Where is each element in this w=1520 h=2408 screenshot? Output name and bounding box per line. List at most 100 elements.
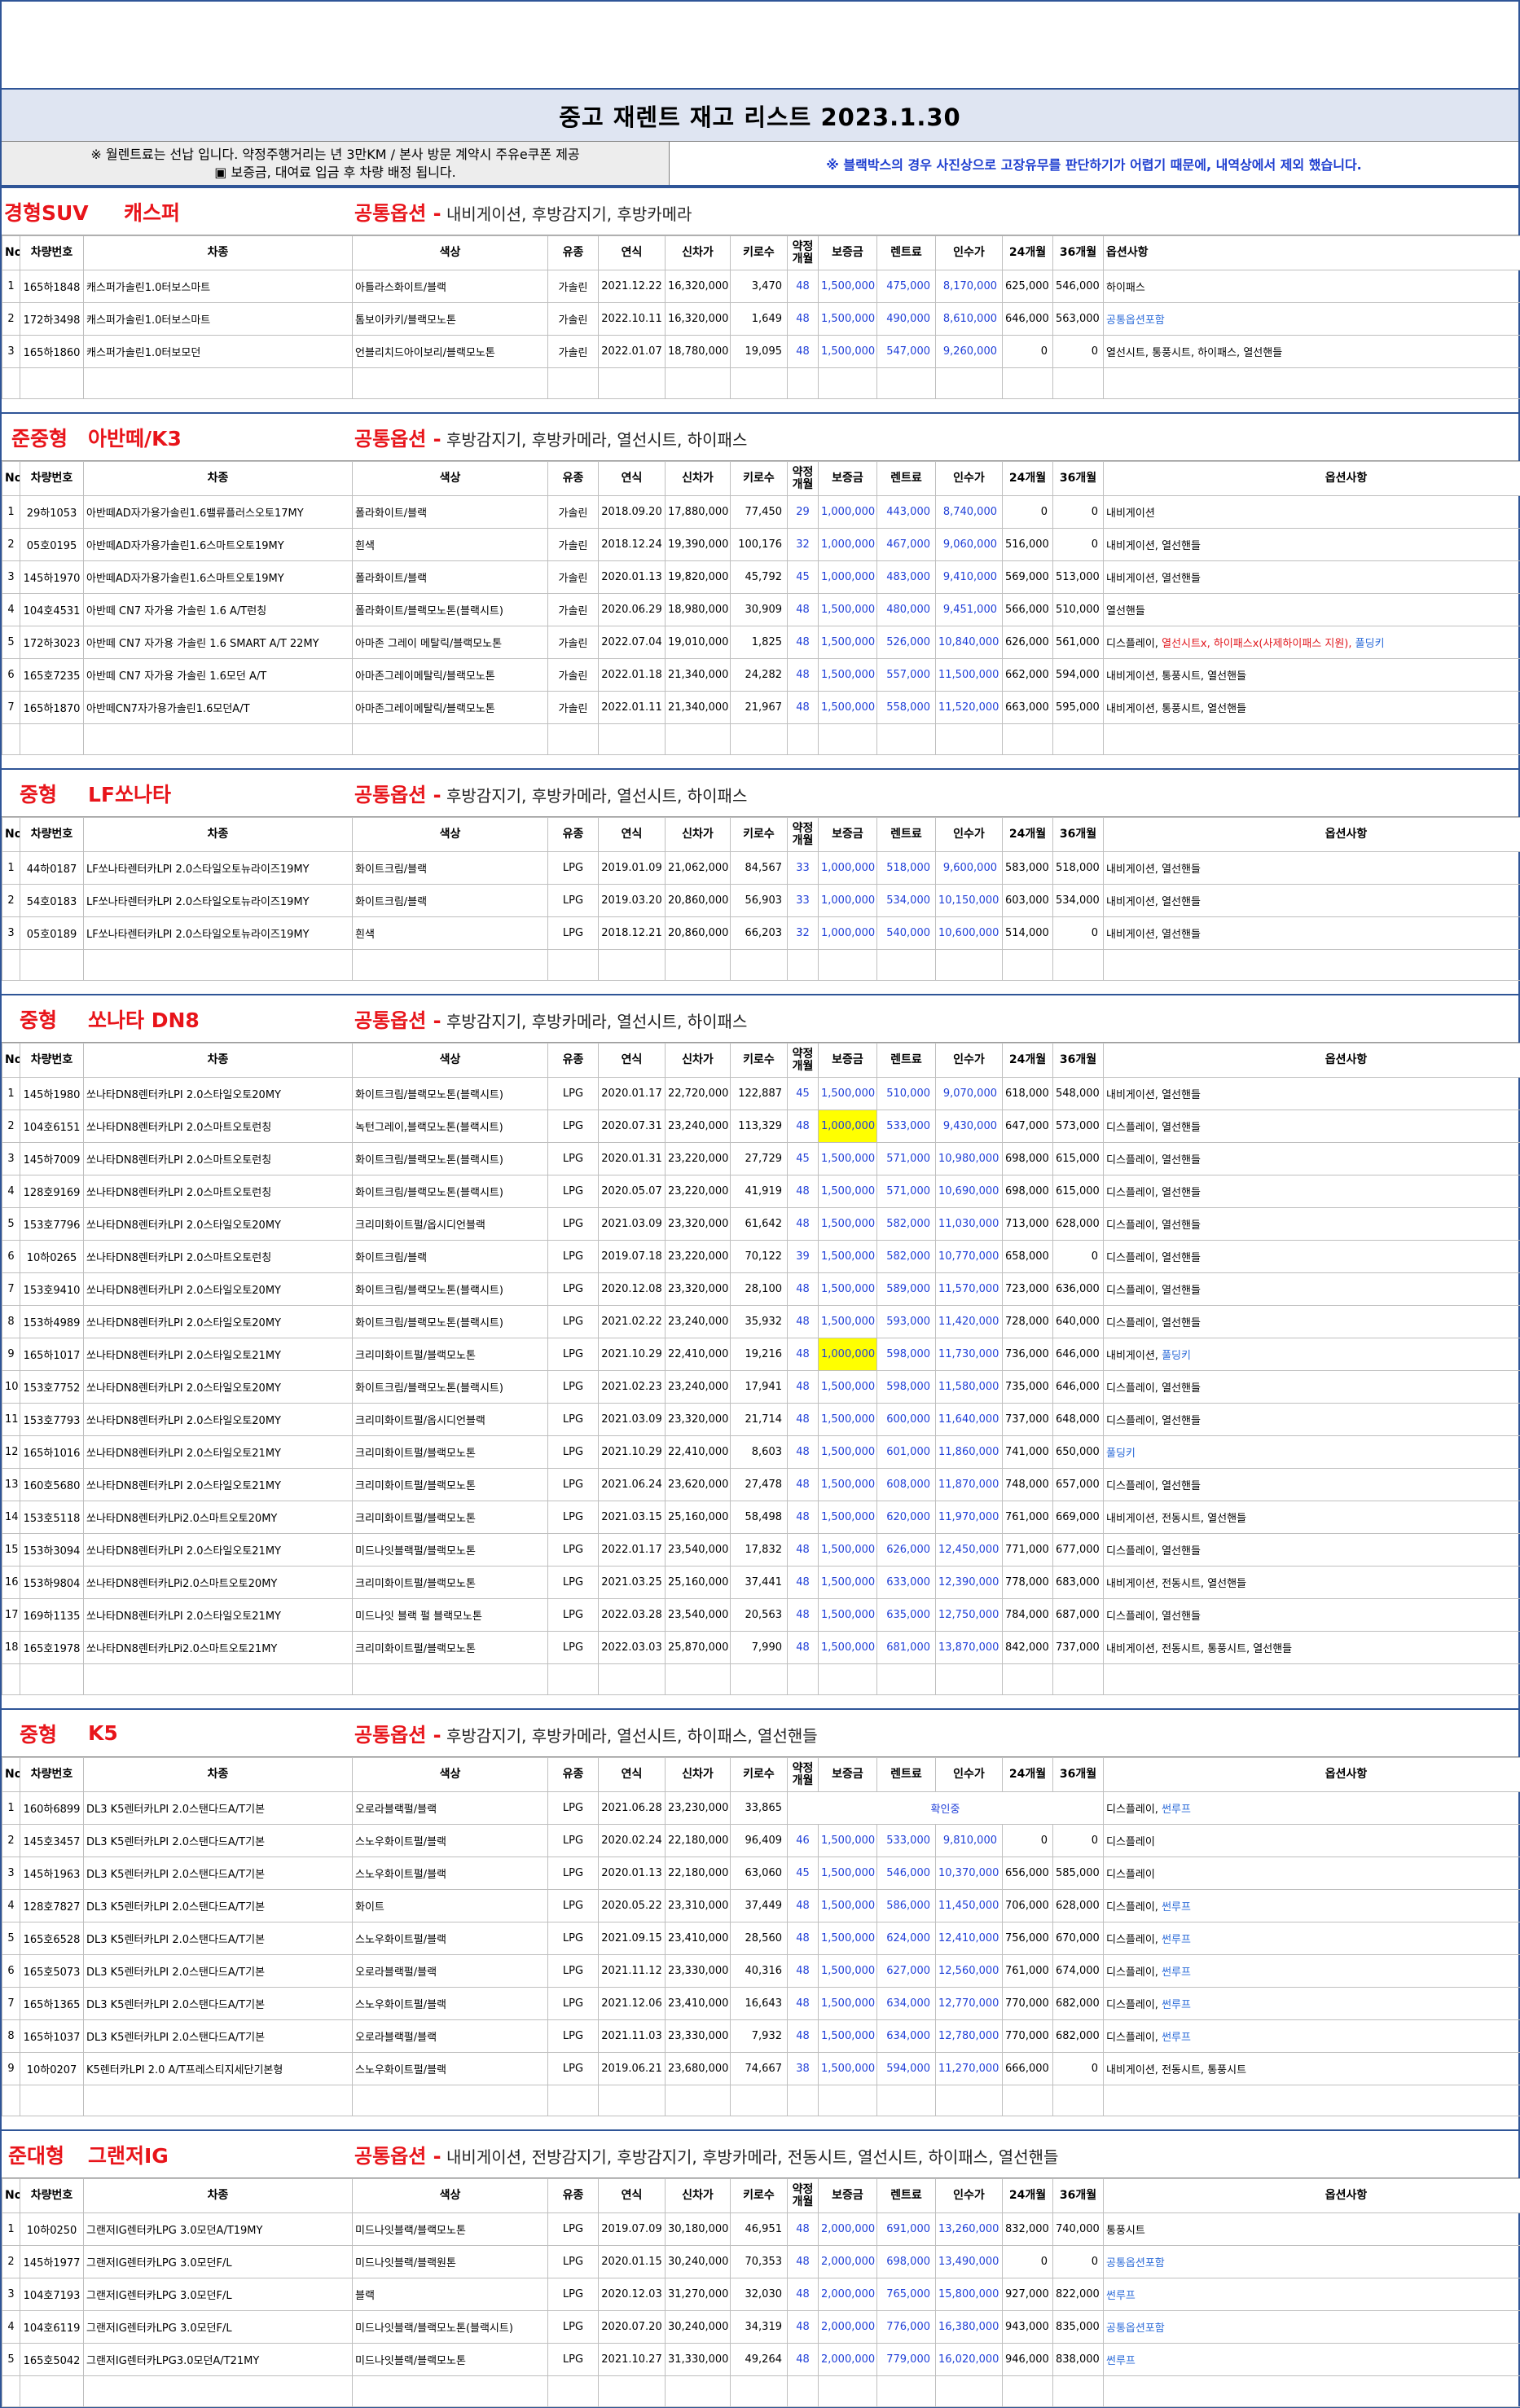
table-row[interactable]: 18 165호1978 쏘나타DN8렌터카LPi2.0스마트오토21MY 크리미화이트… bbox=[2, 1631, 1520, 1664]
cell-new-price: 19,820,000 bbox=[665, 560, 731, 594]
blank-cell bbox=[1103, 2085, 1520, 2116]
table-row[interactable]: 4 104호4531 아반떼 CN7 자가용 가솔린 1.6 A/T런칭 폴라화이트/… bbox=[2, 593, 1520, 626]
cell-options: 디스플레이, 열선핸들 bbox=[1103, 1533, 1520, 1567]
cell-plate: 153호7796 bbox=[20, 1207, 84, 1241]
table-row[interactable]: 1 29하1053 아반떼AD자가용가솔린1.6밸류플러스오토17MY 폴라화이트/블… bbox=[2, 495, 1520, 529]
cell-term: 48 bbox=[787, 1501, 819, 1534]
cell-color: 아틀라스화이트/블랙 bbox=[352, 270, 548, 303]
table-row[interactable]: 2 54호0183 LF쏘나타렌터카LPI 2.0스타일오토뉴라이즈19MY 화이트크… bbox=[2, 884, 1520, 917]
table-row[interactable]: 10 153호7752 쏘나타DN8렌터카LPI 2.0스타일오토20MY 화이트크림… bbox=[2, 1370, 1520, 1404]
table-row[interactable]: 1 160하6899 DL3 K5렌터카LPI 2.0스탠다드A/T기본 오로라블랙펄… bbox=[2, 1791, 1520, 1825]
cell-year: 2020.01.13 bbox=[598, 1857, 666, 1890]
table-row[interactable]: 3 165하1860 캐스퍼가솔린1.0터보모던 언블리치드아이보리/블랙모노톤 가솔린… bbox=[2, 335, 1520, 368]
table-row[interactable]: 11 153호7793 쏘나타DN8렌터카LPI 2.0스타일오토20MY 크리미화이… bbox=[2, 1403, 1520, 1436]
table-row[interactable]: 2 104호6151 쏘나타DN8렌터카LPI 2.0스마트오토런칭 녹턴그레이,블랙… bbox=[2, 1110, 1520, 1143]
cell-price-24: 646,000 bbox=[1002, 302, 1053, 336]
cell-buyout: 9,600,000 bbox=[935, 851, 1003, 885]
table-row[interactable]: 9 10하0207 K5렌터카LPI 2.0 A/T프레스티지세단기본형 스노우화이트… bbox=[2, 2052, 1520, 2085]
cell-buyout: 10,840,000 bbox=[935, 626, 1003, 659]
table-row[interactable]: 6 165호5073 DL3 K5렌터카LPI 2.0스탠다드A/T기본 오로라블랙펄… bbox=[2, 1954, 1520, 1988]
cell-mileage: 20,563 bbox=[730, 1598, 788, 1632]
cell-year: 2022.07.04 bbox=[598, 626, 666, 659]
cell-no: 3 bbox=[2, 1142, 20, 1175]
option-text: 디스플레이, bbox=[1106, 1901, 1162, 1914]
cell-color: 흰색 bbox=[352, 916, 548, 950]
table-row[interactable]: 3 145하1970 아반떼AD자가용가솔린1.6스마트오토19MY 폴라화이트/블랙… bbox=[2, 560, 1520, 594]
table-row[interactable]: 5 165호5042 그랜저IG렌터카LPG3.0모던A/T21MY 미드나잇블랙/블… bbox=[2, 2343, 1520, 2376]
option-text: 열선핸들 bbox=[1253, 1643, 1293, 1655]
table-row[interactable]: 1 145하1980 쏘나타DN8렌터카LPI 2.0스타일오토20MY 화이트크림/… bbox=[2, 1077, 1520, 1110]
option-text: 내비게이션, bbox=[1106, 670, 1162, 683]
table-row[interactable]: 8 165하1037 DL3 K5렌터카LPI 2.0스탠다드A/T기본 오로라블랙펄… bbox=[2, 2019, 1520, 2053]
option-text: 썬루프 bbox=[1162, 2032, 1191, 2044]
cell-term: 48 bbox=[787, 1987, 819, 2020]
table-row[interactable]: 4 128호7827 DL3 K5렌터카LPI 2.0스탠다드A/T기본 화이트 LPG… bbox=[2, 1889, 1520, 1922]
option-text: 디스플레이, bbox=[1106, 1804, 1162, 1816]
table-row[interactable]: 7 165하1870 아반떼CN7자가용가솔린1.6모던A/T 아마존그레이메탈릭/블… bbox=[2, 691, 1520, 724]
column-header-new-price: 신차가 bbox=[665, 461, 731, 496]
table-row[interactable]: 5 172하3023 아반떼 CN7 자가용 가솔린 1.6 SMART A/T 2… bbox=[2, 626, 1520, 659]
table-row[interactable]: 3 145하7009 쏘나타DN8렌터카LPI 2.0스마트오토런칭 화이트크림/블랙… bbox=[2, 1142, 1520, 1175]
cell-mileage: 63,060 bbox=[730, 1857, 788, 1890]
cell-price-24: 736,000 bbox=[1002, 1338, 1053, 1371]
table-row[interactable]: 1 44하0187 LF쏘나타렌터카LPI 2.0스타일오토뉴라이즈19MY 화이트크… bbox=[2, 851, 1520, 885]
table-row[interactable]: 16 153하9804 쏘나타DN8렌터카LPi2.0스마트오토20MY 크리미화이트… bbox=[2, 1566, 1520, 1599]
table-row[interactable]: 2 172하3498 캐스퍼가솔린1.0터보스마트 톰보이카키/블랙모노톤 가솔린 202… bbox=[2, 302, 1520, 336]
table-row[interactable]: 6 165호7235 아반떼 CN7 자가용 가솔린 1.6모던 A/T 아마존그레이… bbox=[2, 658, 1520, 692]
table-row[interactable]: 14 153호5118 쏘나타DN8렌터카LPi2.0스마트오토20MY 크리미화이트… bbox=[2, 1501, 1520, 1534]
table-row[interactable]: 6 10하0265 쏘나타DN8렌터카LPI 2.0스마트오토런칭 화이트크림/블랙 L… bbox=[2, 1240, 1520, 1273]
cell-options: 내비게이션, 열선핸들 bbox=[1103, 884, 1520, 917]
cell-fuel: 가솔린 bbox=[547, 626, 599, 659]
cell-plate: 128호7827 bbox=[20, 1889, 84, 1922]
cell-model: 아반떼CN7자가용가솔린1.6모던A/T bbox=[83, 691, 353, 724]
table-row[interactable]: 2 145호3457 DL3 K5렌터카LPI 2.0스탠다드A/T기본 스노우화이트… bbox=[2, 1824, 1520, 1857]
table-row[interactable]: 1 10하0250 그랜저IG렌터카LPG 3.0모던A/T19MY 미드나잇블랙/블… bbox=[2, 2212, 1520, 2246]
table-row[interactable]: 3 145하1963 DL3 K5렌터카LPI 2.0스탠다드A/T기본 스노우화이트… bbox=[2, 1857, 1520, 1890]
cell-year: 2019.07.18 bbox=[598, 1240, 666, 1273]
column-header-fuel: 유종 bbox=[547, 1043, 599, 1078]
cell-new-price: 31,270,000 bbox=[665, 2278, 731, 2311]
table-row[interactable]: 17 169하1135 쏘나타DN8렌터카LPI 2.0스타일오토21MY 미드나잇 … bbox=[2, 1598, 1520, 1632]
cell-price-24: 658,000 bbox=[1002, 1240, 1053, 1273]
cell-deposit: 1,000,000 bbox=[818, 851, 877, 885]
table-row[interactable]: 2 05호0195 아반떼AD자가용가솔린1.6스마트오토19MY 흰색 가솔린 2018… bbox=[2, 528, 1520, 561]
table-row[interactable]: 4 128호9169 쏘나타DN8렌터카LPI 2.0스마트오토런칭 화이트크림/블랙… bbox=[2, 1175, 1520, 1208]
table-row[interactable]: 4 104호6119 그랜저IG렌터카LPG 3.0모던F/L 미드나잇블랙/블랙모노… bbox=[2, 2310, 1520, 2344]
column-header-no: No bbox=[2, 461, 20, 496]
cell-deposit: 1,000,000 bbox=[818, 560, 877, 594]
cell-buyout: 10,690,000 bbox=[935, 1175, 1003, 1208]
table-row[interactable]: 2 145하1977 그랜저IG렌터카LPG 3.0모던F/L 미드나잇블랙/블랙원톤… bbox=[2, 2245, 1520, 2278]
table-row[interactable]: 7 153호9410 쏘나타DN8렌터카LPI 2.0스타일오토20MY 화이트크림/… bbox=[2, 1272, 1520, 1306]
cell-fuel: LPG bbox=[547, 1566, 599, 1599]
table-row[interactable]: 5 153호7796 쏘나타DN8렌터카LPI 2.0스타일오토20MY 크리미화이트… bbox=[2, 1207, 1520, 1241]
table-row[interactable]: 8 153하4989 쏘나타DN8렌터카LPI 2.0스타일오토20MY 화이트크림/… bbox=[2, 1305, 1520, 1338]
model-label: LF쏘나타 bbox=[88, 782, 172, 806]
cell-options: 하이패스 bbox=[1103, 270, 1520, 303]
cell-model: 쏘나타DN8렌터카LPI 2.0스마트오토런칭 bbox=[83, 1110, 353, 1143]
table-row[interactable]: 12 165하1016 쏘나타DN8렌터카LPI 2.0스타일오토21MY 크리미화이… bbox=[2, 1435, 1520, 1469]
cell-buyout: 12,410,000 bbox=[935, 1922, 1003, 1955]
cell-options: 디스플레이, 썬루프 bbox=[1103, 1922, 1520, 1955]
table-row[interactable]: 13 160호5680 쏘나타DN8렌터카LPI 2.0스타일오토21MY 크리미화이… bbox=[2, 1468, 1520, 1501]
table-row[interactable]: 5 165호6528 DL3 K5렌터카LPI 2.0스탠다드A/T기본 스노우화이트… bbox=[2, 1922, 1520, 1955]
cell-year: 2022.03.28 bbox=[598, 1598, 666, 1632]
table-row[interactable]: 7 165하1365 DL3 K5렌터카LPI 2.0스탠다드A/T기본 스노우화이트… bbox=[2, 1987, 1520, 2020]
cell-price-24: 723,000 bbox=[1002, 1272, 1053, 1306]
cell-price-36: 594,000 bbox=[1052, 658, 1104, 692]
segment-label: 준대형 bbox=[8, 2143, 65, 2168]
table-row[interactable]: 1 165하1848 캐스퍼가솔린1.0터보스마트 아틀라스화이트/블랙 가솔린 2021… bbox=[2, 270, 1520, 303]
blank-cell bbox=[83, 2375, 353, 2407]
cell-year: 2021.03.25 bbox=[598, 1566, 666, 1599]
table-row[interactable]: 9 165하1017 쏘나타DN8렌터카LPI 2.0스타일오토21MY 크리미화이트… bbox=[2, 1338, 1520, 1371]
cell-no: 3 bbox=[2, 560, 20, 594]
cell-buyout: 13,490,000 bbox=[935, 2245, 1003, 2278]
column-header-new-price: 신차가 bbox=[665, 2178, 731, 2213]
table-row[interactable]: 3 05호0189 LF쏘나타렌터카LPI 2.0스타일오토뉴라이즈19MY 흰색 LP… bbox=[2, 916, 1520, 950]
page-title: 중고 재렌트 재고 리스트 2023.1.30 bbox=[2, 90, 1518, 142]
cell-plate: 29하1053 bbox=[20, 495, 84, 529]
table-row[interactable]: 15 153하3094 쏘나타DN8렌터카LPI 2.0스타일오토21MY 미드나잇블… bbox=[2, 1533, 1520, 1567]
column-header-fuel: 유종 bbox=[547, 235, 599, 270]
table-row[interactable]: 3 104호7193 그랜저IG렌터카LPG 3.0모던F/L 블랙 LPG 2020.1… bbox=[2, 2278, 1520, 2311]
cell-new-price: 23,540,000 bbox=[665, 1598, 731, 1632]
cell-price-24: 770,000 bbox=[1002, 1987, 1053, 2020]
